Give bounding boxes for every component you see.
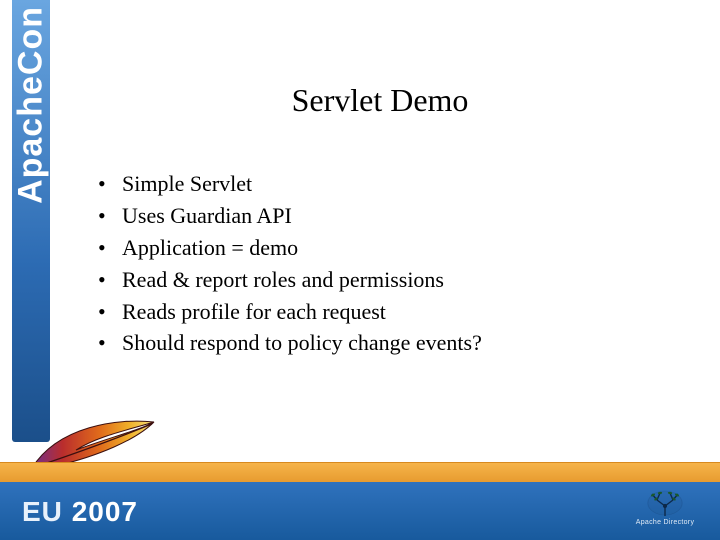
slide-body: Simple Servlet Uses Guardian API Applica…	[96, 168, 660, 359]
bullet-list: Simple Servlet Uses Guardian API Applica…	[96, 168, 660, 359]
footer-year: 2007	[72, 496, 138, 527]
slide-title: Servlet Demo	[80, 82, 680, 119]
apachecon-band-label: ApacheCon	[12, 6, 51, 204]
list-item: Application = demo	[96, 232, 660, 264]
list-item: Reads profile for each request	[96, 296, 660, 328]
slide: ApacheCon Servlet Demo Simple Servlet Us…	[0, 0, 720, 540]
footer-eu: EU	[22, 496, 63, 527]
list-item: Simple Servlet	[96, 168, 660, 200]
list-item: Read & report roles and permissions	[96, 264, 660, 296]
list-item: Should respond to policy change events?	[96, 327, 660, 359]
footer-orange-bar	[0, 462, 720, 484]
footer-text: EU 2007	[22, 496, 138, 528]
apachecon-band: ApacheCon	[12, 0, 50, 442]
apache-directory-logo: Apache Directory	[630, 490, 700, 532]
list-item: Uses Guardian API	[96, 200, 660, 232]
footer-blue-bar: EU 2007	[0, 482, 720, 540]
footer-logo-label: Apache Directory	[630, 519, 700, 526]
